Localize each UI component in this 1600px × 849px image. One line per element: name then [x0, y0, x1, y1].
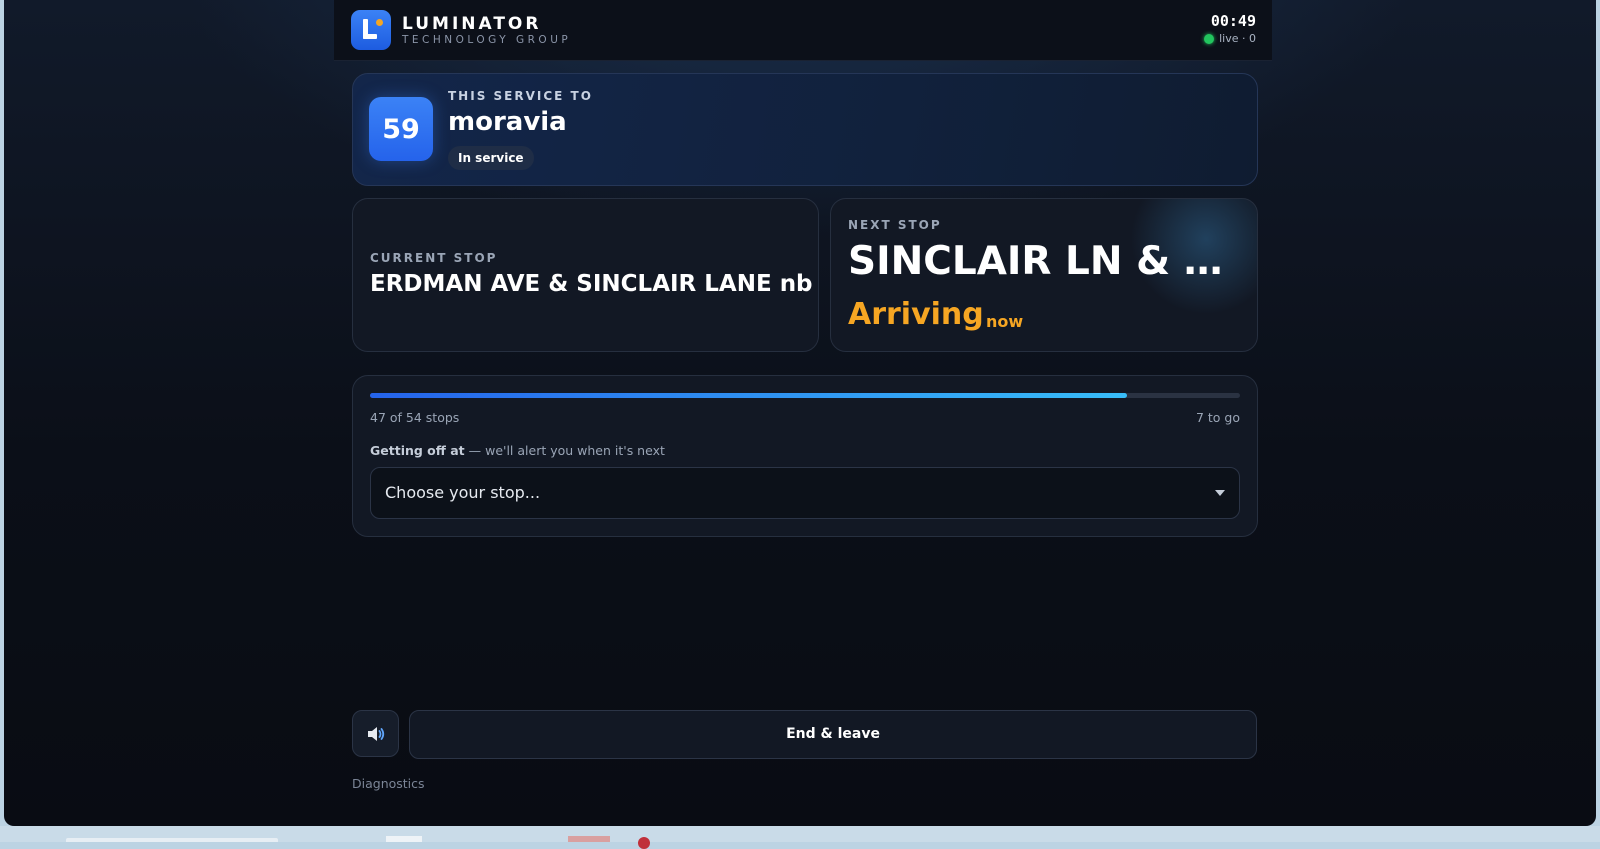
arrival-status: Arriving — [848, 297, 984, 332]
stops-remaining: 7 to go — [1195, 410, 1240, 425]
header: LUMINATOR TECHNOLOGY GROUP 00:49 live · … — [334, 0, 1272, 61]
live-dot-icon — [1204, 33, 1215, 44]
service-label: THIS SERVICE TO — [448, 89, 593, 103]
stops-count: 47 of 54 stops — [370, 410, 460, 425]
service-destination: moravia — [448, 107, 567, 137]
progress-bar — [370, 393, 1240, 398]
trip-progress-card: 47 of 54 stops 7 to go Getting off at — … — [352, 375, 1258, 537]
app-window: LUMINATOR TECHNOLOGY GROUP 00:49 live · … — [4, 0, 1596, 826]
taskbar-item[interactable] — [568, 836, 610, 842]
luminator-logo-icon — [351, 10, 391, 50]
taskbar — [0, 826, 1600, 849]
clock: 00:49 — [1210, 12, 1256, 30]
live-indicator: live · 0 — [1204, 32, 1256, 45]
current-stop-label: CURRENT STOP — [370, 251, 498, 265]
arrival-time: now — [986, 312, 1024, 331]
current-stop-name: ERDMAN AVE & SINCLAIR LANE nb — [370, 271, 813, 297]
taskbar-app-icon[interactable] — [638, 837, 650, 849]
alight-label-hint: — we'll alert you when it's next — [464, 443, 665, 458]
progress-fill — [370, 393, 1128, 398]
alight-label: Getting off at — we'll alert you when it… — [370, 443, 665, 458]
next-stop-name: SINCLAIR LN & C... — [848, 239, 1238, 284]
next-stop-card: NEXT STOP SINCLAIR LN & C... Arriving no… — [830, 198, 1258, 352]
route-badge: 59 — [369, 97, 433, 161]
taskbar-item[interactable] — [386, 836, 422, 842]
next-stop-label: NEXT STOP — [848, 218, 942, 232]
brand-subtitle: TECHNOLOGY GROUP — [402, 34, 572, 46]
speaker-icon — [367, 726, 384, 741]
stop-select[interactable]: Choose your stop... — [370, 467, 1240, 519]
taskbar-item[interactable] — [66, 838, 278, 842]
alight-label-bold: Getting off at — [370, 443, 465, 458]
sound-button[interactable] — [352, 710, 399, 757]
diagnostics-link[interactable]: Diagnostics — [352, 776, 425, 791]
service-card: 59 THIS SERVICE TO moravia In service — [352, 73, 1258, 186]
brand-name: LUMINATOR — [402, 14, 542, 34]
current-stop-card: CURRENT STOP ERDMAN AVE & SINCLAIR LANE … — [352, 198, 819, 352]
end-and-leave-button[interactable]: End & leave — [409, 710, 1257, 759]
service-status-badge: In service — [448, 146, 534, 170]
stop-select-value: Choose your stop... — [385, 483, 541, 502]
live-status-text: live · 0 — [1219, 32, 1256, 45]
chevron-down-icon — [1215, 490, 1225, 496]
